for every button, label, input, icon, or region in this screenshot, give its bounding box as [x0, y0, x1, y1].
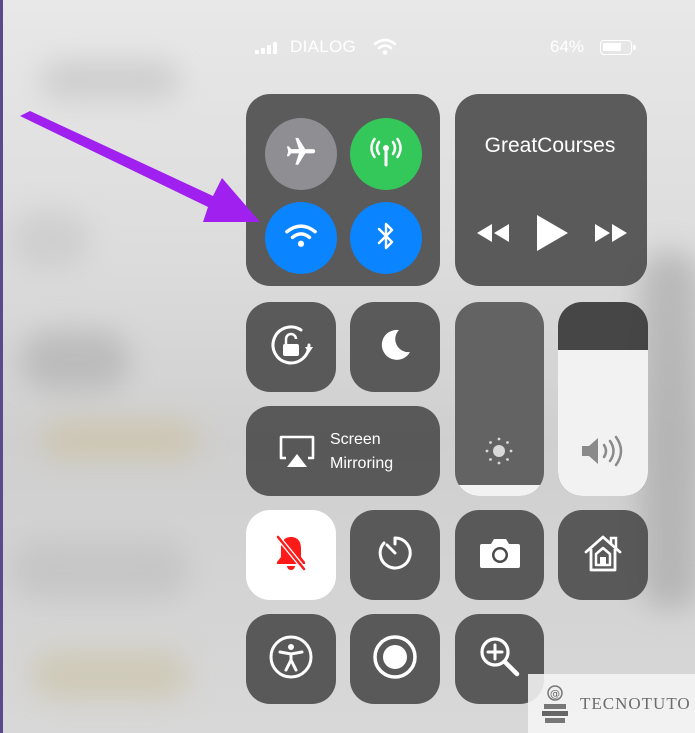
- home-icon: [582, 532, 624, 579]
- silent-mode-toggle[interactable]: [246, 510, 336, 600]
- screen-mirroring-label-line1: Screen: [330, 431, 381, 448]
- rotation-lock-icon: [265, 319, 317, 376]
- home-button[interactable]: [558, 510, 648, 600]
- record-icon: [371, 633, 419, 686]
- watermark: @ TECNOTUTO: [528, 674, 695, 733]
- watermark-text: TECNOTUTO: [580, 694, 691, 713]
- airplay-icon: [278, 434, 316, 475]
- screen-mirroring-label-line2: Mirroring: [330, 455, 394, 472]
- camera-icon: [478, 536, 522, 575]
- now-playing-title: GreatCourses: [484, 134, 616, 157]
- speaker-icon: [580, 435, 628, 472]
- sun-icon: [483, 435, 515, 472]
- rotation-lock-toggle[interactable]: [246, 302, 336, 392]
- bell-slash-icon: [274, 533, 308, 578]
- timer-button[interactable]: [350, 510, 440, 600]
- accessibility-icon: [267, 633, 315, 686]
- moon-icon: [377, 327, 413, 368]
- do-not-disturb-toggle[interactable]: [350, 302, 440, 392]
- rewind-icon[interactable]: [475, 222, 511, 249]
- accessibility-shortcut-button[interactable]: [246, 614, 336, 704]
- screen-mirroring-button[interactable]: Screen Mirroring: [246, 406, 440, 496]
- timer-icon: [376, 534, 414, 577]
- brightness-slider[interactable]: [455, 302, 544, 496]
- svg-text:@: @: [550, 689, 560, 700]
- screen-recording-button[interactable]: [350, 614, 440, 704]
- volume-level-fill: [558, 350, 648, 496]
- fast-forward-icon[interactable]: [593, 222, 629, 249]
- brightness-level-fill: [455, 485, 544, 496]
- magnifier-icon: [477, 634, 523, 685]
- watermark-logo-icon: @: [538, 682, 572, 731]
- now-playing-module[interactable]: GreatCourses: [455, 94, 647, 286]
- camera-button[interactable]: [455, 510, 544, 600]
- play-icon[interactable]: [534, 214, 570, 257]
- volume-slider[interactable]: [558, 302, 648, 496]
